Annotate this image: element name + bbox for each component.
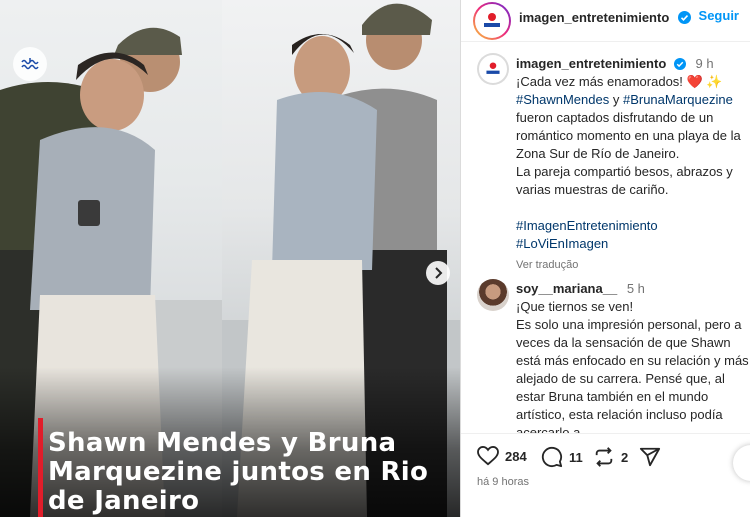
- comment-username[interactable]: soy__mariana__: [516, 281, 617, 296]
- comment-time: 5 h: [626, 281, 645, 296]
- verified-badge-icon: [677, 11, 691, 24]
- comment-item: soy__mariana__ 5 h ¡Que tiernos se ven! …: [516, 280, 750, 433]
- post-actions-bar: 284 11 2 há 9 horas: [461, 433, 750, 517]
- hashtag-shawnmendes[interactable]: #ShawnMendes: [516, 92, 609, 107]
- post-media[interactable]: Shawn Mendes y Bruna Marquezine juntos e…: [0, 0, 460, 517]
- repost-action[interactable]: 2: [593, 446, 628, 468]
- post-header: imagen_entretenimiento Seguir: [461, 0, 750, 42]
- chevron-right-icon: [435, 267, 443, 279]
- caption-body: fueron captados disfrutando de un románt…: [516, 110, 741, 161]
- hashtag-imagenentretenimiento[interactable]: #ImagenEntretenimiento: [516, 217, 750, 235]
- header-username[interactable]: imagen_entretenimiento: [519, 10, 669, 25]
- repost-icon: [595, 447, 613, 467]
- comment-count: 11: [569, 449, 583, 465]
- caption-body2: La pareja compartió besos, abrazos y var…: [516, 164, 733, 197]
- send-paper-plane-icon: [639, 447, 661, 467]
- caption-line1: ¡Cada vez más enamorados! ❤️ ✨: [516, 74, 723, 89]
- imagen-logo-icon: [475, 4, 509, 38]
- headline-accent-bar: [38, 418, 43, 517]
- comment-bubble-icon: [541, 446, 563, 468]
- caption-connector: y: [609, 92, 623, 107]
- comment-text: Es solo una impresión personal, pero a v…: [516, 317, 749, 433]
- comments-scroll-area[interactable]: imagen_entretenimiento 9 h ¡Cada vez más…: [461, 43, 750, 433]
- caption-tags-line: #ShawnMendes y #BrunaMarquezine: [516, 91, 750, 109]
- verified-badge-icon: [673, 58, 686, 70]
- post-caption: imagen_entretenimiento 9 h ¡Cada vez más…: [516, 55, 750, 274]
- caption-avatar[interactable]: [477, 53, 509, 85]
- repost-count: 2: [621, 449, 629, 465]
- hashtag-brunamarquezine[interactable]: #BrunaMarquezine: [623, 92, 733, 107]
- caption-time: 9 h: [695, 56, 714, 71]
- heart-icon: [477, 446, 499, 466]
- like-count: 284: [505, 448, 527, 464]
- header-user: imagen_entretenimiento: [519, 9, 691, 27]
- comment-avatar[interactable]: [477, 279, 509, 311]
- comment-line1: ¡Que tiernos se ven!: [516, 299, 634, 314]
- imagen-logo-icon: [479, 55, 507, 83]
- comment-action[interactable]: 11: [541, 446, 583, 468]
- like-action[interactable]: 284: [477, 446, 527, 466]
- caption-username[interactable]: imagen_entretenimiento: [516, 56, 666, 71]
- follow-button[interactable]: Seguir: [699, 8, 739, 23]
- share-action[interactable]: [639, 446, 667, 468]
- post-headline: Shawn Mendes y Bruna Marquezine juntos e…: [48, 428, 429, 516]
- header-avatar[interactable]: [473, 2, 511, 40]
- post-details-panel: imagen_entretenimiento Seguir imagen_ent…: [460, 0, 750, 517]
- next-slide-button[interactable]: [426, 261, 450, 285]
- imagen-wave-icon: [13, 47, 47, 81]
- hashtag-loviennimagen[interactable]: #LoViEnImagen: [516, 235, 750, 253]
- post-time-ago: há 9 horas: [477, 476, 529, 488]
- see-translation-link[interactable]: Ver tradução: [516, 256, 750, 274]
